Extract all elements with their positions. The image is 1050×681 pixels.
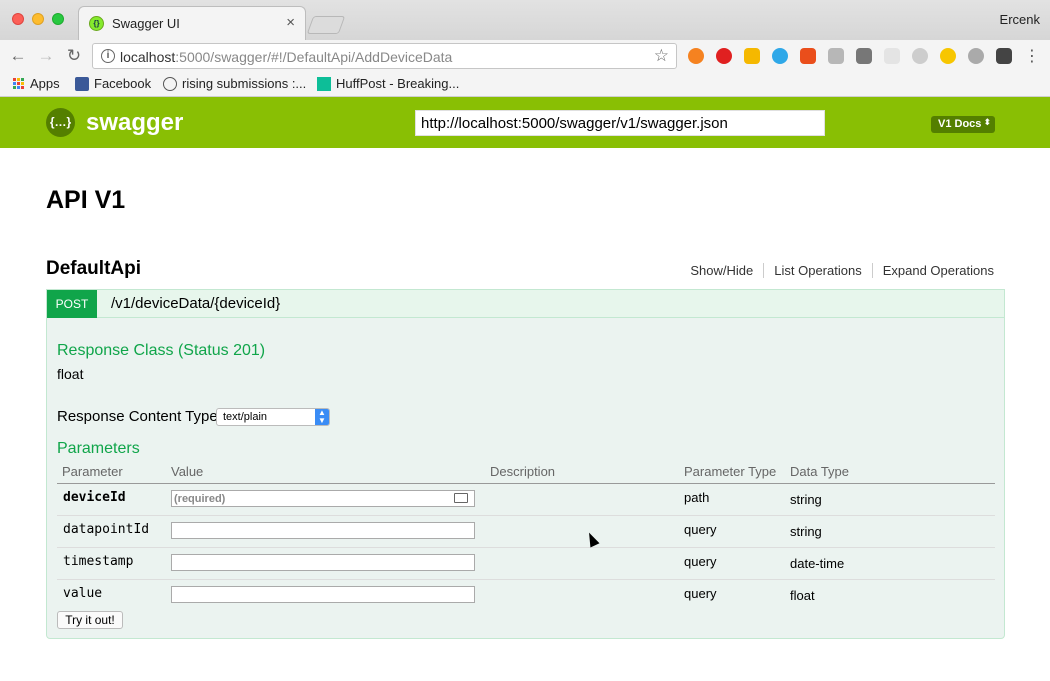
bookmark-star-icon[interactable]: ☆ <box>654 46 669 66</box>
extension-b-icon[interactable] <box>688 48 704 64</box>
extension-ublock-icon[interactable] <box>716 48 732 64</box>
bookmark-apps[interactable]: Apps <box>13 76 60 91</box>
spec-url-input[interactable]: http://localhost:5000/swagger/v1/swagger… <box>415 110 825 136</box>
extension-leaf-icon[interactable] <box>912 48 928 64</box>
extension-search-icon[interactable] <box>884 48 900 64</box>
docs-version-select[interactable]: V1 Docs ⬍ <box>931 116 995 133</box>
parameters-table-header: Parameter Value Description Parameter Ty… <box>57 461 995 484</box>
table-row: datapointId query string <box>57 516 995 548</box>
try-it-out-button[interactable]: Try it out! <box>57 611 123 629</box>
extension-moon-icon[interactable] <box>940 48 956 64</box>
swagger-favicon-icon: {} <box>89 16 104 31</box>
list-operations-link[interactable]: List Operations <box>763 263 871 278</box>
show-hide-link[interactable]: Show/Hide <box>680 263 763 278</box>
param-type: query <box>684 554 717 569</box>
operation-panel: POST /v1/deviceData/{deviceId} Response … <box>46 289 1005 639</box>
col-data-type: Data Type <box>790 464 850 479</box>
window-close-button[interactable] <box>12 13 24 25</box>
info-icon[interactable]: i <box>101 49 115 63</box>
bookmark-huffpost[interactable]: HuffPost - Breaking... <box>317 76 459 91</box>
tab-bar: {} Swagger UI × Ercenk <box>0 0 1050 40</box>
window-maximize-button[interactable] <box>52 13 64 25</box>
resource-name[interactable]: DefaultApi <box>46 258 141 280</box>
select-arrows-icon: ▲ ▼ <box>315 409 329 425</box>
response-content-type-select[interactable]: text/plain ▲ ▼ <box>216 408 330 426</box>
swagger-header: {…} swagger http://localhost:5000/swagge… <box>0 97 1050 148</box>
tab-swagger-ui[interactable]: {} Swagger UI × <box>78 6 306 40</box>
data-type: string <box>790 524 822 539</box>
response-class-value: float <box>57 366 84 382</box>
response-content-type-label: Response Content Type <box>57 408 218 425</box>
operation-heading[interactable]: POST /v1/deviceData/{deviceId} <box>47 290 1004 318</box>
col-parameter: Parameter <box>62 464 123 479</box>
address-url[interactable]: localhost:5000/swagger/#!/DefaultApi/Add… <box>120 49 452 65</box>
col-value: Value <box>171 464 204 479</box>
extension-rss-icon[interactable] <box>744 48 760 64</box>
extension-angular-icon[interactable] <box>828 48 844 64</box>
new-tab-button[interactable] <box>306 16 346 34</box>
forward-arrow-icon[interactable]: → <box>36 46 56 66</box>
browser-chrome: {} Swagger UI × Ercenk ← → ↻ i localhost… <box>0 0 1050 97</box>
expand-operations-link[interactable]: Expand Operations <box>871 263 994 278</box>
back-arrow-icon[interactable]: ← <box>8 46 28 66</box>
value-input[interactable] <box>171 586 475 603</box>
param-name: datapointId <box>63 522 150 537</box>
param-name: deviceId <box>63 490 126 505</box>
facebook-icon <box>75 76 89 91</box>
datapointid-input[interactable] <box>171 522 475 539</box>
tab-title: Swagger UI <box>112 16 180 31</box>
param-type: path <box>684 490 710 505</box>
resource-links: Show/Hide List Operations Expand Operati… <box>680 263 994 278</box>
table-row: value query float <box>57 580 995 612</box>
browser-menu-icon[interactable]: ⋮ <box>1024 46 1040 66</box>
param-type: query <box>684 522 717 537</box>
extension-cloud-icon[interactable] <box>772 48 788 64</box>
extension-hat-icon[interactable] <box>968 48 984 64</box>
parameters-heading: Parameters <box>57 440 140 457</box>
extension-gray-icon[interactable] <box>856 48 872 64</box>
operation-path[interactable]: /v1/deviceData/{deviceId} <box>111 295 280 312</box>
data-type: float <box>790 588 815 603</box>
address-bar[interactable]: i localhost:5000/swagger/#!/DefaultApi/A… <box>92 43 677 69</box>
tab-close-icon[interactable]: × <box>286 14 295 31</box>
deviceid-input[interactable]: (required) <box>171 490 475 507</box>
api-title: API V1 <box>46 186 126 214</box>
table-row: deviceId (required) path string <box>57 484 995 516</box>
huffpost-icon <box>317 76 331 91</box>
select-arrows-icon: ⬍ <box>983 117 991 127</box>
col-parameter-type: Parameter Type <box>684 464 777 479</box>
http-method-badge[interactable]: POST <box>47 290 97 318</box>
swagger-brand[interactable]: swagger <box>86 109 183 137</box>
param-name: value <box>63 586 103 601</box>
profile-name[interactable]: Ercenk <box>1000 12 1040 27</box>
response-class-heading: Response Class (Status 201) <box>57 342 266 359</box>
bookmark-facebook[interactable]: Facebook <box>75 76 151 91</box>
window-minimize-button[interactable] <box>32 13 44 25</box>
extension-office-icon[interactable] <box>800 48 816 64</box>
apps-grid-icon <box>13 78 24 89</box>
reddit-icon <box>163 76 177 91</box>
swagger-logo-icon[interactable]: {…} <box>46 108 75 137</box>
reload-icon[interactable]: ↻ <box>64 46 84 66</box>
table-row: timestamp query date-time <box>57 548 995 580</box>
col-description: Description <box>490 464 556 479</box>
bookmark-rising-submissions[interactable]: rising submissions :... <box>163 76 306 91</box>
browser-toolbar: ← → ↻ i localhost:5000/swagger/#!/Defaul… <box>0 40 1050 72</box>
bookmarks-bar: Apps Facebook rising submissions :... Hu… <box>0 72 1050 97</box>
data-type: date-time <box>790 556 845 571</box>
param-type: query <box>684 586 717 601</box>
autofill-card-icon[interactable] <box>454 493 468 503</box>
data-type: string <box>790 492 822 507</box>
param-name: timestamp <box>63 554 134 569</box>
timestamp-input[interactable] <box>171 554 475 571</box>
extension-mail-icon[interactable] <box>996 48 1012 64</box>
